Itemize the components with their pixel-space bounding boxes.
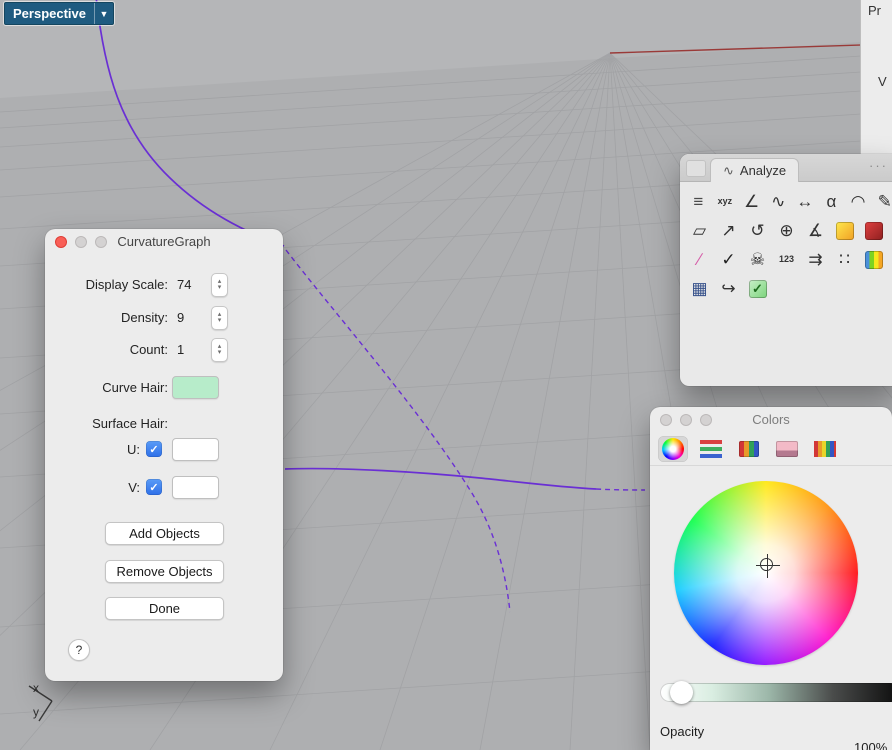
stepper-down-icon[interactable]: ▾ — [218, 349, 222, 356]
brightness-slider[interactable] — [660, 683, 892, 702]
color-wheel-icon[interactable] — [658, 435, 688, 462]
v-label: V: — [128, 479, 140, 495]
opacity-label: Opacity — [660, 724, 705, 739]
measure-angle-icon[interactable]: ∠ — [738, 187, 765, 216]
rhino-workspace: x y Perspective ▼ Pr V ∿ Analyze ··· ≡ xy… — [0, 0, 892, 750]
analyze-tab-label: Analyze — [739, 163, 787, 178]
colors-titlebar[interactable]: Colors — [650, 407, 892, 431]
brightness-slider-knob[interactable] — [670, 681, 693, 704]
v-color-swatch[interactable] — [172, 476, 219, 499]
v-row: V: ✓ — [55, 476, 273, 499]
properties-v-label: V — [878, 74, 887, 89]
histogram-icon[interactable] — [859, 245, 888, 274]
surface-hair-row: Surface Hair: — [55, 415, 273, 431]
evaluate-point-xyz-icon[interactable]: xyz — [712, 187, 739, 216]
zoom-button[interactable] — [700, 414, 712, 426]
density-label: Density: — [121, 309, 168, 325]
probe-hook-icon[interactable]: ↪ — [714, 274, 743, 303]
opacity-value: 100% — [854, 740, 888, 750]
palette-collapse-stub[interactable] — [686, 160, 706, 177]
curvature-graph-icon[interactable]: ∿ — [765, 187, 792, 216]
curve-hair-label: Curve Hair: — [102, 379, 168, 395]
properties-panel-edge[interactable]: Pr V — [860, 0, 892, 157]
chevron-down-icon[interactable]: ▼ — [94, 3, 113, 24]
draft-angle-analysis-icon[interactable] — [859, 216, 888, 245]
fit-plane-icon[interactable]: ▱ — [685, 216, 714, 245]
bad-objects-icon[interactable]: ☠ — [743, 245, 772, 274]
surface-analysis-icon[interactable] — [830, 216, 859, 245]
add-objects-button[interactable]: Add Objects — [105, 522, 224, 545]
display-scale-value: 74 — [177, 276, 192, 292]
compass-axes-icon[interactable]: ⊕ — [772, 216, 801, 245]
minimize-button[interactable] — [75, 236, 87, 248]
palette-menu-icon[interactable]: ≡ — [685, 187, 712, 216]
curvature-titlebar[interactable]: CurvatureGraph — [45, 229, 283, 253]
surface-hair-label: Surface Hair: — [92, 415, 168, 431]
u-color-swatch[interactable] — [172, 438, 219, 461]
curve-tangent-icon[interactable]: ↗ — [714, 216, 743, 245]
curvature-graph-dialog: CurvatureGraph Display Scale: 74 ▴ ▾ Den… — [45, 229, 283, 681]
density-row: Density: 9 ▴ ▾ — [55, 306, 273, 330]
analyze-palette: ∿ Analyze ··· ≡ xyz ∠ ∿ ↔ α ◠ ✎ ▱ ↗ ↺ ⊕ ∡ ∕ ✓ ☠ 123 ⇉ ∷ ▦ ↪ ✓ — [680, 154, 892, 386]
density-stepper[interactable]: ▴ ▾ — [211, 306, 228, 330]
palette-overflow-icon[interactable]: ··· — [869, 158, 888, 173]
u-checkbox[interactable]: ✓ — [146, 441, 162, 457]
color-image-icon[interactable] — [772, 436, 802, 462]
viewport-title-button[interactable]: Perspective ▼ — [4, 2, 114, 25]
display-scale-row: Display Scale: 74 ▴ ▾ — [55, 273, 273, 297]
analyze-titlebar[interactable]: ∿ Analyze ··· — [680, 154, 892, 182]
analyze-tab-icon: ∿ — [723, 162, 734, 178]
count-objects-icon[interactable]: 123 — [772, 245, 801, 274]
tab-analyze[interactable]: ∿ Analyze — [710, 158, 800, 182]
u-label: U: — [127, 441, 140, 457]
color-pencils-icon[interactable] — [810, 436, 840, 462]
color-wheel-cursor[interactable] — [756, 554, 780, 578]
colors-toolbar — [650, 432, 892, 466]
display-scale-stepper[interactable]: ▴ ▾ — [211, 273, 228, 297]
count-label: Count: — [129, 341, 168, 357]
colors-panel: Colors Opacity 100% — [650, 407, 892, 750]
display-scale-label: Display Scale: — [85, 276, 168, 292]
annotate-pencil-icon[interactable]: ✎ — [871, 187, 892, 216]
close-button[interactable] — [55, 236, 67, 248]
measure-length-icon[interactable]: ↔ — [792, 187, 819, 216]
curve-hair-swatch[interactable] — [172, 376, 219, 399]
close-button[interactable] — [660, 414, 672, 426]
angle-alpha-icon[interactable]: α — [818, 187, 845, 216]
analyze-icon-grid: ≡ xyz ∠ ∿ ↔ α ◠ ✎ ▱ ↗ ↺ ⊕ ∡ ∕ ✓ ☠ 123 ⇉ ∷ ▦ ↪ ✓ — [680, 182, 892, 303]
check-object-icon[interactable]: ✓ — [714, 245, 743, 274]
stepper-down-icon[interactable]: ▾ — [218, 284, 222, 291]
minimize-button[interactable] — [680, 414, 692, 426]
point-deviation-icon[interactable]: ∷ — [830, 245, 859, 274]
remove-objects-button[interactable]: Remove Objects — [105, 560, 224, 583]
count-value: 1 — [177, 341, 185, 357]
zoom-button[interactable] — [95, 236, 107, 248]
traffic-lights — [660, 414, 712, 426]
axis-y-label: y — [33, 705, 39, 719]
audit-check-icon[interactable]: ✓ — [743, 274, 772, 303]
properties-tab-label[interactable]: Pr — [868, 3, 881, 18]
axis-x-label: x — [33, 681, 39, 695]
show-direction-icon[interactable]: ⇉ — [801, 245, 830, 274]
viewport-title-label[interactable]: Perspective — [5, 3, 94, 24]
curve-deviation-icon[interactable]: ∕ — [685, 245, 714, 274]
help-button[interactable]: ? — [68, 639, 90, 661]
count-row: Count: 1 ▴ ▾ — [55, 338, 273, 362]
color-palette-icon[interactable] — [734, 436, 764, 462]
done-button[interactable]: Done — [105, 597, 224, 620]
v-checkbox[interactable]: ✓ — [146, 479, 162, 495]
u-row: U: ✓ — [55, 438, 273, 461]
density-value: 9 — [177, 309, 185, 325]
traffic-lights — [55, 236, 107, 248]
count-stepper[interactable]: ▴ ▾ — [211, 338, 228, 362]
dimension-angle-icon[interactable]: ∡ — [801, 216, 830, 245]
color-sliders-icon[interactable] — [696, 436, 726, 462]
curve-hair-row: Curve Hair: — [55, 376, 273, 399]
measure-radius-icon[interactable]: ◠ — [845, 187, 872, 216]
curvature-circle-icon[interactable]: ↺ — [743, 216, 772, 245]
stepper-down-icon[interactable]: ▾ — [218, 317, 222, 324]
bounding-box-icon[interactable]: ▦ — [685, 274, 714, 303]
